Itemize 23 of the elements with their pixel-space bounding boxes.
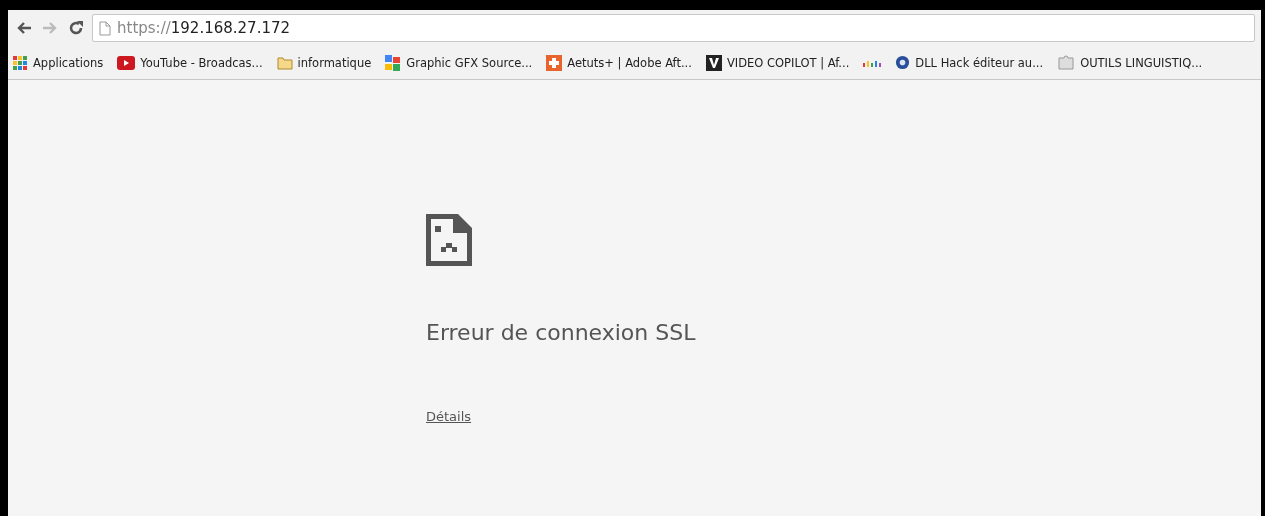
folder-icon (276, 55, 293, 70)
google-plus-icon (385, 54, 402, 71)
bookmark-item[interactable]: Graphic GFX Source... (385, 54, 533, 71)
bookmark-item[interactable]: Aetuts+ | Adobe Aft... (546, 54, 692, 71)
bar-graph-icon (863, 58, 882, 67)
bookmark-item[interactable] (863, 58, 882, 67)
address-bar[interactable]: https://192.168.27.172 (92, 14, 1255, 42)
sad-page-icon (426, 214, 472, 266)
bookmark-item[interactable]: OUTILS LINGUISTIQ... (1057, 54, 1203, 71)
disc-icon (895, 55, 911, 70)
v-letter-icon (705, 54, 722, 71)
page-icon (99, 20, 111, 36)
video-play-icon (117, 55, 136, 70)
bookmark-item[interactable]: informatique (276, 55, 372, 70)
url-text: https://192.168.27.172 (117, 19, 291, 37)
bookmark-item[interactable]: DLL Hack éditeur au... (895, 55, 1044, 70)
details-link[interactable]: Détails (426, 409, 472, 424)
plus-icon (546, 54, 563, 71)
bookmark-item[interactable]: VIDEO COPILOT | Af... (705, 54, 850, 71)
error-title: Erreur de connexion SSL (426, 320, 697, 345)
apps-grid-icon (12, 54, 28, 71)
bookmark-item[interactable]: YouTube - Broadcas... (117, 55, 263, 70)
bookmark-item[interactable]: Applications (12, 54, 104, 71)
